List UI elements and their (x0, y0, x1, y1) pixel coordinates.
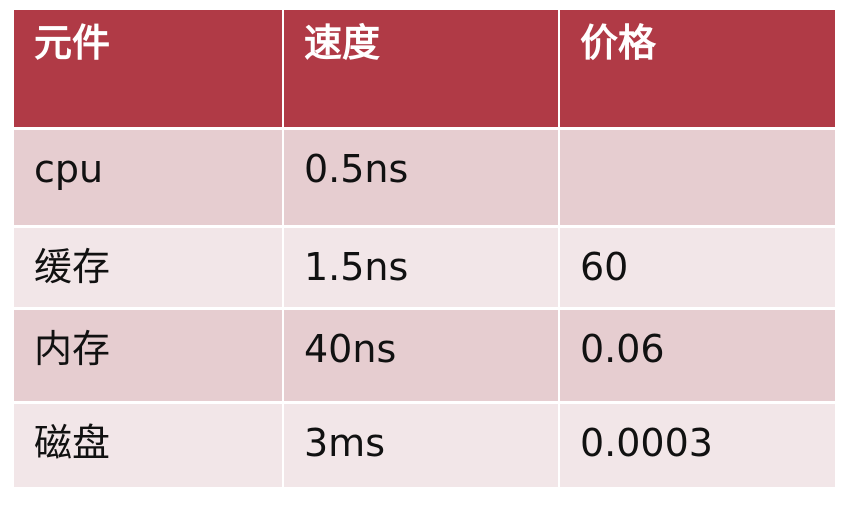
table-cell: 1.5ns (284, 228, 560, 310)
cell-text: 40ns (304, 327, 397, 371)
cell-text: 0.0003 (580, 421, 713, 465)
cell-text: 3ms (304, 421, 385, 465)
table-cell: 0.06 (560, 310, 835, 404)
header-label: 元件 (34, 21, 111, 65)
table-cell: 缓存 (14, 228, 284, 310)
cell-text: 磁盘 (34, 421, 111, 465)
cell-text: 60 (580, 245, 629, 289)
table-cell: cpu (14, 130, 284, 228)
table-cell: 0.0003 (560, 404, 835, 490)
table-cell (560, 130, 835, 228)
cell-text: 0.06 (580, 327, 665, 371)
table-cell: 3ms (284, 404, 560, 490)
table-cell: 40ns (284, 310, 560, 404)
cell-text: 内存 (34, 327, 111, 371)
cell-text: cpu (34, 147, 104, 191)
cell-text: 1.5ns (304, 245, 409, 289)
component-table: 元件 速度 价格 cpu 0.5ns 缓存 1.5ns 60 内存 40ns 0… (14, 10, 835, 490)
cell-text: 缓存 (34, 245, 111, 289)
table-cell: 磁盘 (14, 404, 284, 490)
header-cell-speed: 速度 (284, 10, 560, 130)
cell-text: 0.5ns (304, 147, 409, 191)
header-cell-price: 价格 (560, 10, 835, 130)
header-cell-component: 元件 (14, 10, 284, 130)
table-cell: 0.5ns (284, 130, 560, 228)
table-cell: 60 (560, 228, 835, 310)
header-label: 价格 (580, 21, 657, 65)
header-label: 速度 (304, 21, 381, 65)
table-cell: 内存 (14, 310, 284, 404)
